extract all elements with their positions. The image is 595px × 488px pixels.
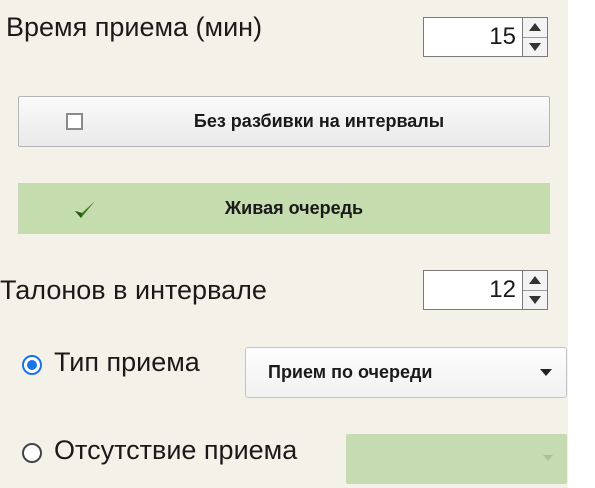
no-intervals-label: Без разбивки на интервалы <box>193 111 445 131</box>
decrement-button[interactable] <box>523 36 547 57</box>
reception-time-spinner[interactable]: 15 <box>423 17 548 57</box>
arrow-down-icon <box>529 42 541 51</box>
reception-type-value: Прием по очереди <box>268 362 433 382</box>
live-queue-button[interactable]: Живая очередь <box>18 183 550 234</box>
increment-button[interactable] <box>523 271 547 290</box>
arrow-up-icon <box>529 276 541 285</box>
tickets-per-interval-spinner[interactable]: 12 <box>423 270 548 310</box>
increment-button[interactable] <box>523 18 547 37</box>
schedule-settings-panel: Время приема (мин) 15 Без разбивки на ин… <box>0 0 568 488</box>
reception-type-dropdown[interactable]: Прием по очереди <box>245 347 567 398</box>
decrement-button[interactable] <box>523 289 547 310</box>
arrow-up-icon <box>529 23 541 32</box>
no-intervals-button[interactable]: Без разбивки на интервалы <box>18 96 550 147</box>
tickets-per-interval-label: Талонов в интервале <box>0 275 267 305</box>
tickets-spin-buttons <box>523 270 548 310</box>
chevron-down-icon <box>543 455 553 461</box>
chevron-down-icon <box>540 369 552 376</box>
live-queue-label: Живая очередь <box>224 198 364 218</box>
reception-time-label: Время приема (мин) <box>6 12 263 42</box>
tickets-per-interval-input[interactable]: 12 <box>423 270 523 310</box>
reception-time-spin-buttons <box>523 17 548 57</box>
reception-type-radio[interactable] <box>22 355 42 375</box>
reception-type-label: Тип приема <box>54 347 200 377</box>
no-reception-dropdown[interactable] <box>346 434 567 484</box>
no-reception-radio[interactable] <box>22 443 42 463</box>
reception-time-input[interactable]: 15 <box>423 17 523 57</box>
no-reception-label: Отсутствие приема <box>54 435 298 465</box>
arrow-down-icon <box>529 295 541 304</box>
checkbox-icon <box>66 113 83 130</box>
